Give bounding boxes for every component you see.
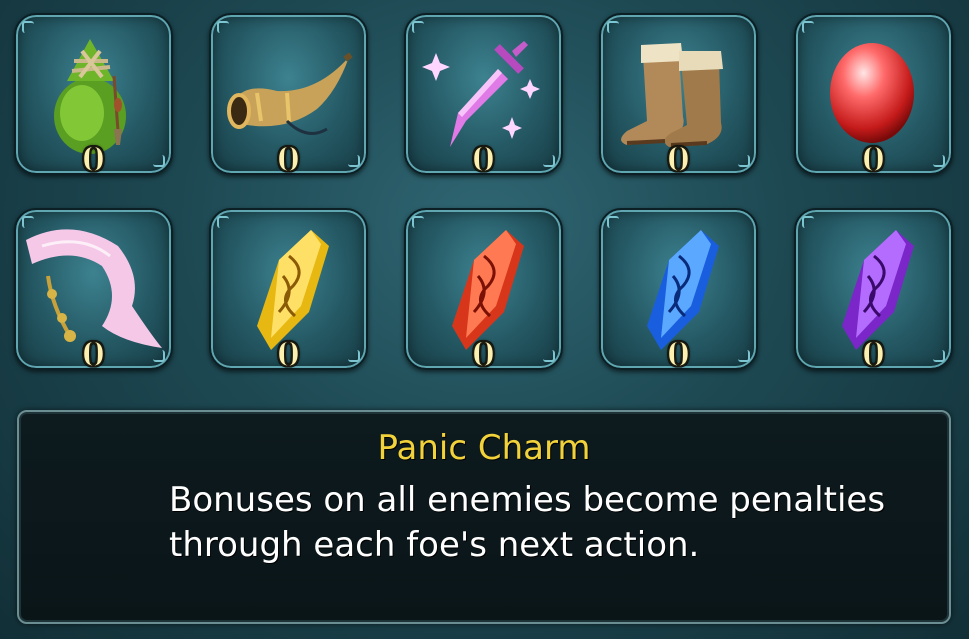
item-count: 0 [471, 335, 497, 375]
item-count: 0 [81, 140, 107, 180]
item-slot-boots[interactable]: 0 [599, 13, 758, 180]
item-slot-green-pouch[interactable]: 0 [14, 13, 173, 180]
item-slot-pink-scarf[interactable]: 0 [14, 208, 173, 375]
item-slot-purple-crystal[interactable]: 0 [794, 208, 953, 375]
item-count: 0 [81, 335, 107, 375]
item-count: 0 [666, 335, 692, 375]
item-grid: 0 0 0 0 0 0 0 0 0 0 [14, 13, 959, 383]
item-count: 0 [861, 140, 887, 180]
item-slot-red-gem[interactable]: 0 [794, 13, 953, 180]
item-slot-red-crystal[interactable]: 0 [404, 208, 563, 375]
item-count: 0 [471, 140, 497, 180]
item-slot-pink-dagger[interactable]: 0 [404, 13, 563, 180]
item-name: Panic Charm [377, 428, 591, 468]
item-count: 0 [276, 140, 302, 180]
item-slot-blue-crystal[interactable]: 0 [599, 208, 758, 375]
item-count: 0 [666, 140, 692, 180]
item-description-panel: Panic Charm Bonuses on all enemies becom… [17, 410, 951, 624]
item-effect-text: Bonuses on all enemies become penalties … [169, 480, 886, 565]
item-slot-horn[interactable]: 0 [209, 13, 368, 180]
item-count: 0 [861, 335, 887, 375]
item-slot-gold-crystal[interactable]: 0 [209, 208, 368, 375]
item-count: 0 [276, 335, 302, 375]
